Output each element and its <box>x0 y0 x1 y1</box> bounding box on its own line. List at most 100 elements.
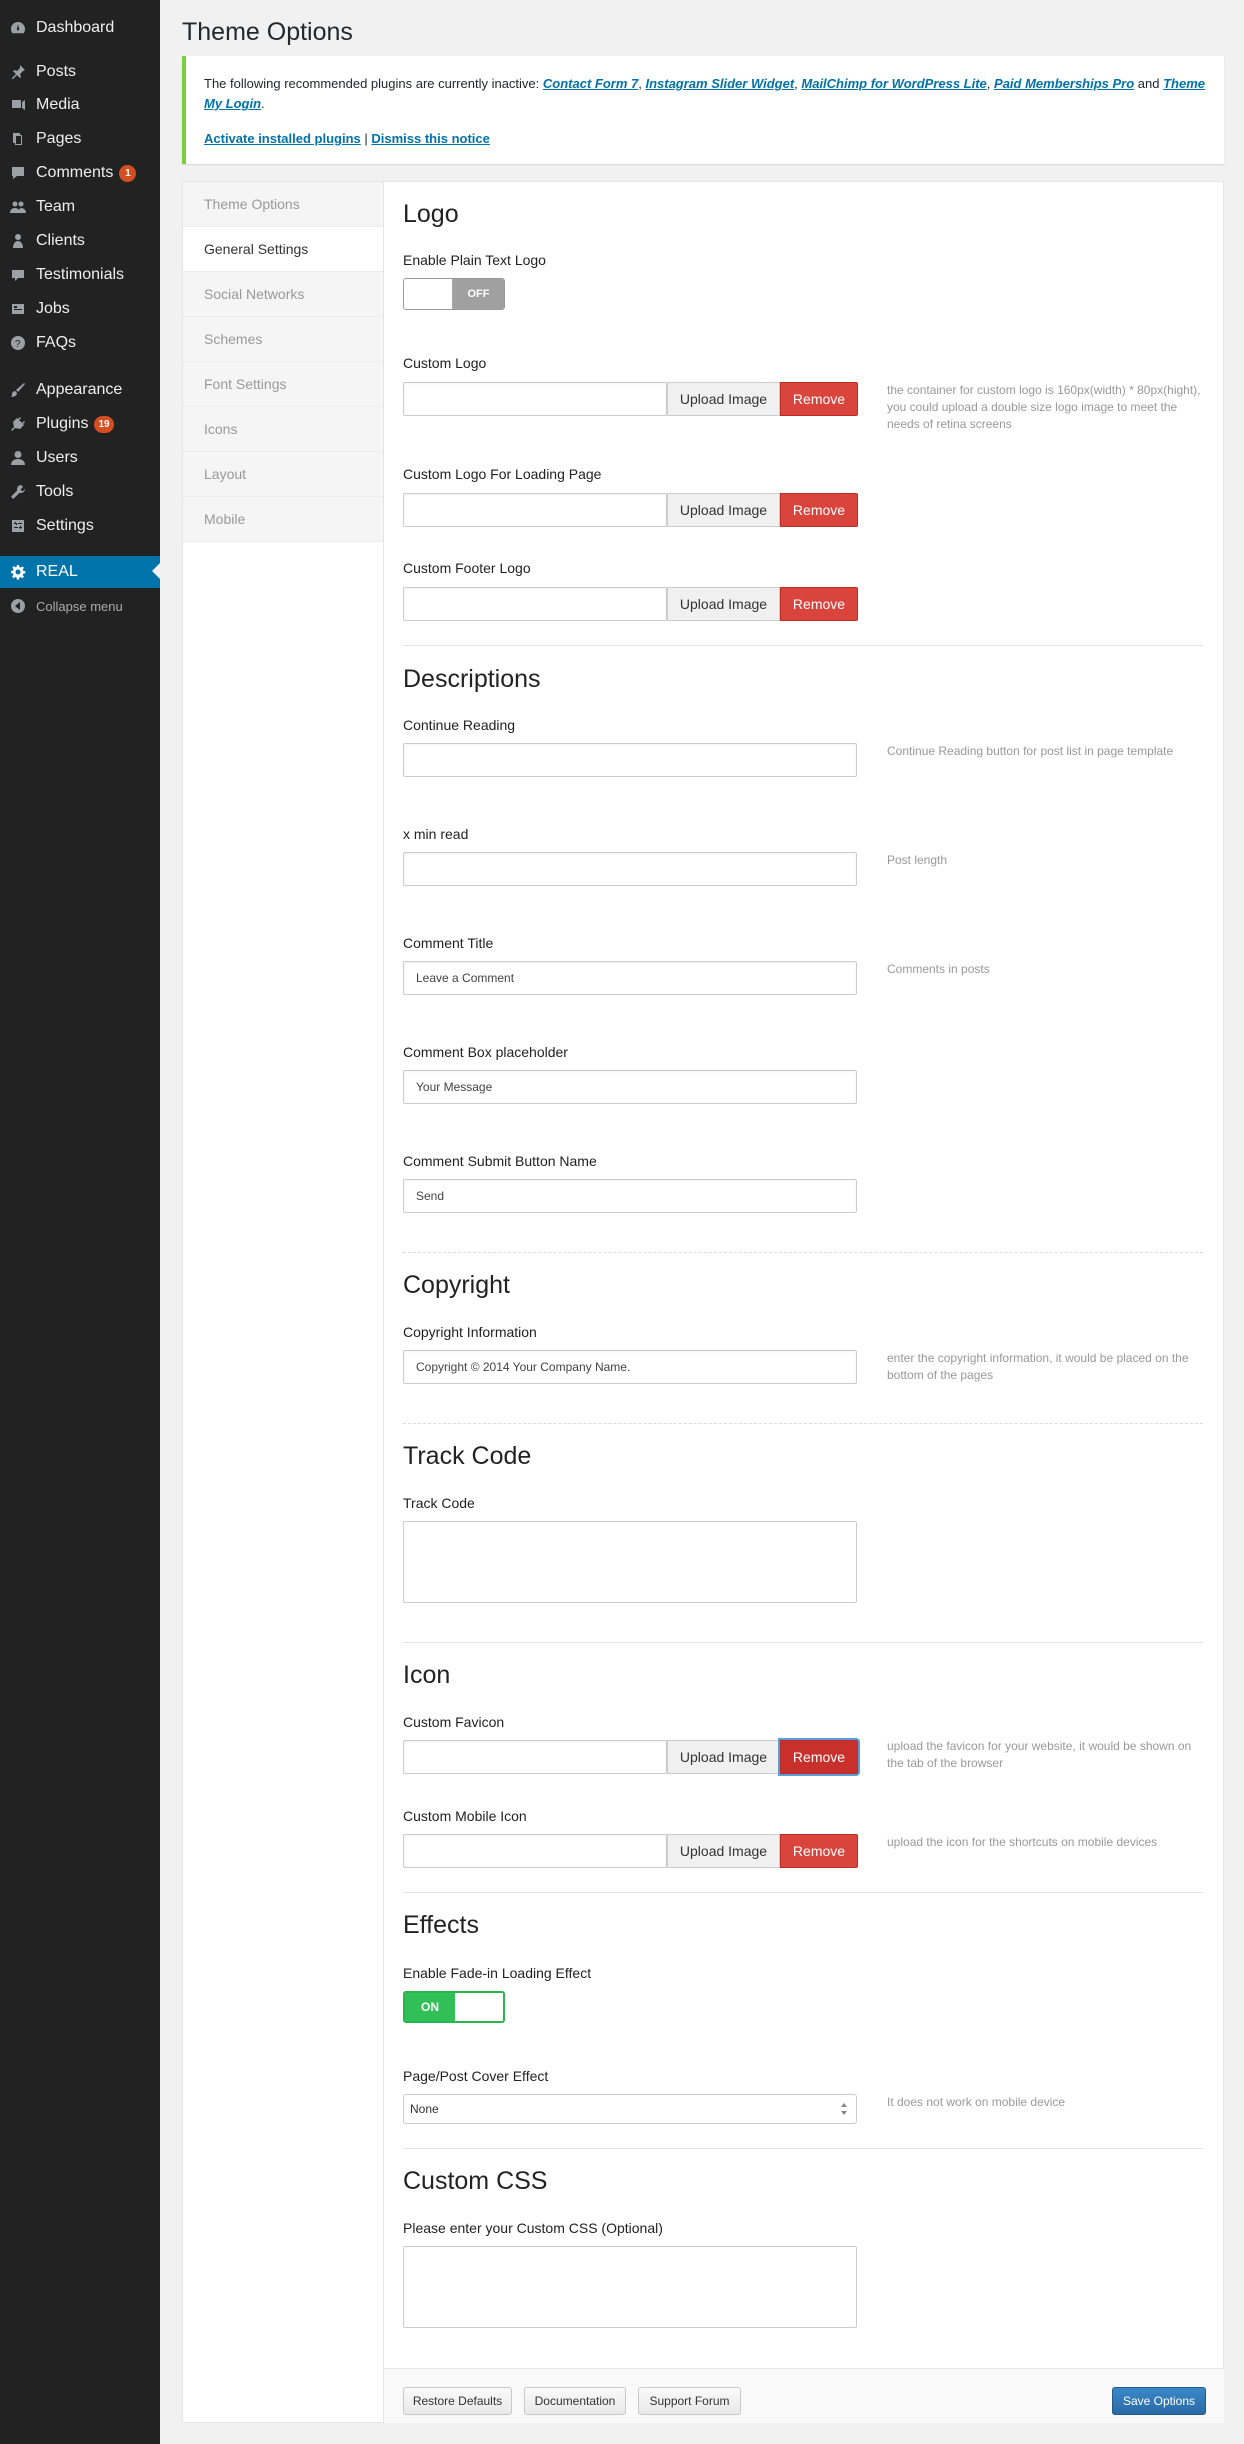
plain-text-logo-toggle[interactable]: OFF <box>403 278 505 310</box>
favicon-remove-button[interactable]: Remove <box>780 1740 858 1774</box>
continue-reading-description: Continue Reading button for post list in… <box>887 744 1174 758</box>
cover-effect-select[interactable]: None <box>403 2094 857 2124</box>
loading-logo-upload-button[interactable]: Upload Image <box>667 493 780 527</box>
mobile-icon-remove-button[interactable]: Remove <box>780 1834 858 1868</box>
sidebar-item-plugins[interactable]: Plugins 19 <box>0 409 160 439</box>
footer-logo-upload-button[interactable]: Upload Image <box>667 587 780 621</box>
section-divider <box>403 1423 1203 1424</box>
options-tabs: Theme Options General Settings Social Ne… <box>183 182 383 542</box>
toggle-knob <box>404 279 453 309</box>
sidebar-item-label: Pages <box>36 130 82 147</box>
team-icon <box>8 197 28 217</box>
tab-schemes[interactable]: Schemes <box>183 317 383 362</box>
pages-icon <box>8 129 28 149</box>
section-divider <box>403 1892 1203 1893</box>
sidebar-item-clients[interactable]: Clients <box>0 226 160 256</box>
tab-mobile[interactable]: Mobile <box>183 497 383 542</box>
sidebar-item-comments[interactable]: Comments 1 <box>0 158 160 188</box>
activate-plugins-link[interactable]: Activate installed plugins <box>204 131 361 146</box>
documentation-button[interactable]: Documentation <box>524 2387 626 2415</box>
notice-message: The following recommended plugins are cu… <box>204 76 1206 111</box>
favicon-upload-button[interactable]: Upload Image <box>667 1740 780 1774</box>
mobile-icon-label: Custom Mobile Icon <box>403 1808 527 1824</box>
custom-logo-url-input[interactable] <box>403 382 667 416</box>
min-read-label: x min read <box>403 826 469 842</box>
notice-text-and: and <box>1134 76 1164 91</box>
tab-social-networks[interactable]: Social Networks <box>183 272 383 317</box>
continue-reading-input[interactable] <box>403 743 857 777</box>
tab-font-settings[interactable]: Font Settings <box>183 362 383 407</box>
plugin-icon <box>8 414 28 434</box>
comment-box-input[interactable]: Your Message <box>403 1070 857 1104</box>
sidebar-item-dashboard[interactable]: Dashboard <box>0 13 160 43</box>
notice-separator: | <box>360 131 372 146</box>
clients-icon <box>8 231 28 251</box>
mobile-icon-url-input[interactable] <box>403 1834 667 1868</box>
testimonials-icon <box>8 265 28 285</box>
sidebar-item-settings[interactable]: Settings <box>0 511 160 541</box>
sidebar-item-users[interactable]: Users <box>0 443 160 473</box>
loading-logo-label: Custom Logo For Loading Page <box>403 466 602 482</box>
sidebar-item-media[interactable]: Media <box>0 90 160 120</box>
toggle-knob <box>455 1993 503 2021</box>
sidebar-item-faqs[interactable]: ? FAQs <box>0 328 160 358</box>
plugin-link-mailchimp[interactable]: MailChimp for WordPress Lite <box>801 76 986 91</box>
tab-general-settings[interactable]: General Settings <box>183 227 383 272</box>
sidebar-item-team[interactable]: Team <box>0 192 160 222</box>
loading-logo-url-input[interactable] <box>403 493 667 527</box>
plugin-link-paid-memberships[interactable]: Paid Memberships Pro <box>994 76 1134 91</box>
collapse-menu-button[interactable]: Collapse menu <box>0 591 160 621</box>
support-forum-button[interactable]: Support Forum <box>638 2387 741 2415</box>
min-read-description: Post length <box>887 853 948 867</box>
section-title-copyright: Copyright <box>403 1271 510 1299</box>
sidebar-item-label: Testimonials <box>36 266 125 283</box>
tabs-divider <box>383 182 384 2424</box>
tab-icons[interactable]: Icons <box>183 407 383 452</box>
faq-icon: ? <box>8 333 28 353</box>
comments-count-badge: 1 <box>119 164 137 182</box>
save-options-button[interactable]: Save Options <box>1112 2387 1206 2415</box>
section-divider <box>403 2148 1203 2149</box>
sidebar-item-jobs[interactable]: Jobs <box>0 294 160 324</box>
brush-icon <box>8 380 28 400</box>
sidebar-item-posts[interactable]: Posts <box>0 57 160 87</box>
min-read-input[interactable] <box>403 852 857 886</box>
custom-logo-label: Custom Logo <box>403 355 487 371</box>
sidebar-item-tools[interactable]: Tools <box>0 477 160 507</box>
section-title-custom-css: Custom CSS <box>403 2167 548 2195</box>
plugin-link-contact-form-7[interactable]: Contact Form 7 <box>543 76 638 91</box>
comment-title-input[interactable]: Leave a Comment <box>403 961 857 995</box>
mobile-icon-upload-button[interactable]: Upload Image <box>667 1834 780 1868</box>
loading-logo-remove-button[interactable]: Remove <box>780 493 858 527</box>
section-title-logo: Logo <box>403 200 459 228</box>
sidebar-item-label: REAL <box>36 563 78 580</box>
track-code-textarea[interactable] <box>403 1521 857 1603</box>
sidebar-item-testimonials[interactable]: Testimonials <box>0 260 160 290</box>
collapse-icon <box>8 596 28 616</box>
notice-text: The following recommended plugins are cu… <box>204 76 543 91</box>
notice-period: . <box>261 96 265 111</box>
custom-css-textarea[interactable] <box>403 2246 857 2328</box>
mobile-icon-description: upload the icon for the shortcuts on mob… <box>887 1835 1158 1849</box>
submit-button-name-input[interactable]: Send <box>403 1179 857 1213</box>
sidebar-item-pages[interactable]: Pages <box>0 124 160 154</box>
favicon-url-input[interactable] <box>403 1740 667 1774</box>
dismiss-notice-link[interactable]: Dismiss this notice <box>371 131 489 146</box>
footer-logo-remove-button[interactable]: Remove <box>780 587 858 621</box>
sidebar-item-label: Settings <box>36 517 94 534</box>
sidebar-item-label: Comments <box>36 164 114 181</box>
users-icon <box>8 448 28 468</box>
sidebar-item-real[interactable]: REAL <box>0 556 160 588</box>
tab-layout[interactable]: Layout <box>183 452 383 497</box>
section-title-descriptions: Descriptions <box>403 665 541 693</box>
footer-logo-url-input[interactable] <box>403 587 667 621</box>
copyright-input[interactable]: Copyright © 2014 Your Company Name. <box>403 1350 857 1384</box>
restore-defaults-button[interactable]: Restore Defaults <box>403 2387 512 2415</box>
plugin-link-instagram-slider[interactable]: Instagram Slider Widget <box>645 76 794 91</box>
theme-options-panel: Theme Options General Settings Social Ne… <box>182 181 1224 2424</box>
tab-theme-options[interactable]: Theme Options <box>183 182 383 227</box>
custom-logo-upload-button[interactable]: Upload Image <box>667 382 780 416</box>
sidebar-item-appearance[interactable]: Appearance <box>0 375 160 405</box>
custom-logo-remove-button[interactable]: Remove <box>780 382 858 416</box>
fade-effect-toggle[interactable]: ON <box>403 1991 505 2023</box>
